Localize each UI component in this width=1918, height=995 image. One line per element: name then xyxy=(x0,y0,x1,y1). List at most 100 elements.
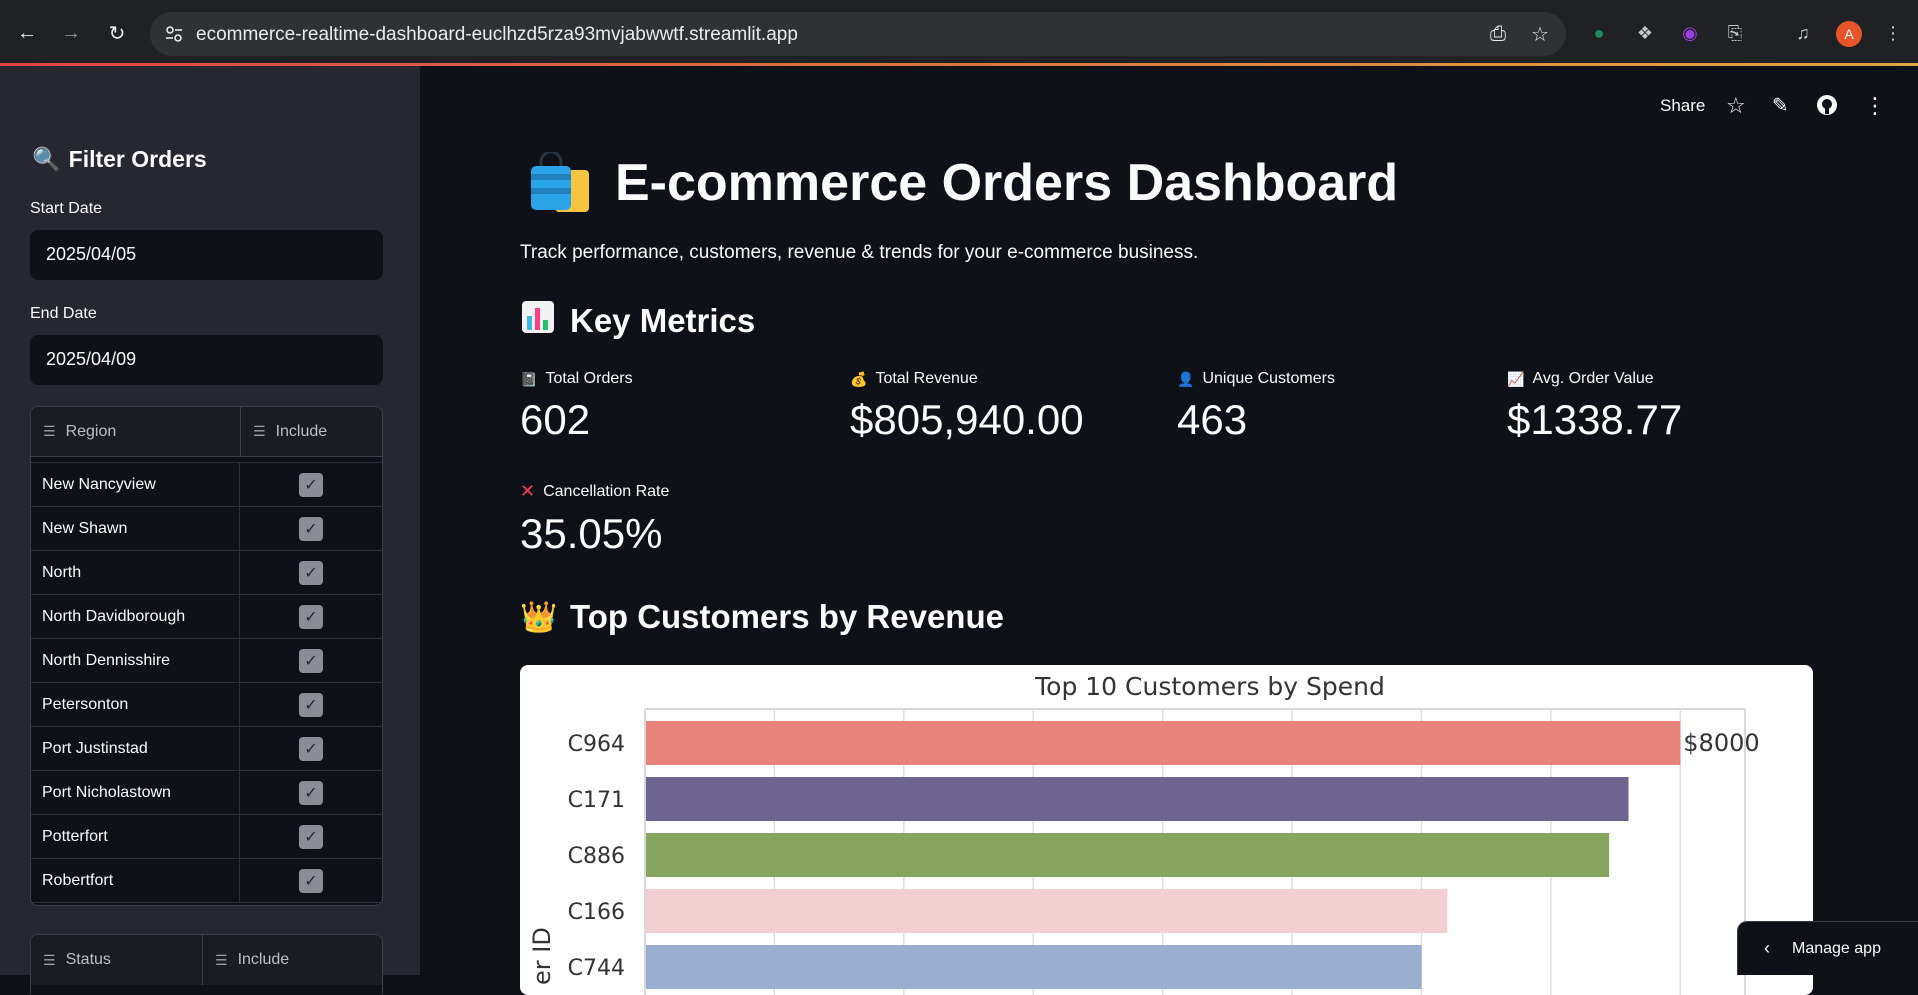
metric-value: 463 xyxy=(1177,396,1248,443)
checkbox-checked[interactable]: ✓ xyxy=(298,604,323,629)
region-cell[interactable]: Port Nicholastown xyxy=(31,771,240,814)
region-cell[interactable]: Port Justinstad xyxy=(31,727,240,770)
checkbox-checked[interactable]: ✓ xyxy=(298,516,323,541)
manage-app-button[interactable]: ‹ Manage app xyxy=(1737,921,1918,975)
checkbox-checked[interactable]: ✓ xyxy=(298,736,323,761)
forward-icon[interactable]: → xyxy=(56,18,86,48)
column-header-region[interactable]: ☰ Region xyxy=(31,407,241,456)
bar-data-label: $8000 xyxy=(1683,729,1759,757)
text-column-icon: ☰ xyxy=(253,423,266,439)
start-date-input[interactable]: 2025/04/05 xyxy=(30,230,383,280)
checkbox-checked[interactable]: ✓ xyxy=(298,780,323,805)
metric-value: 602 xyxy=(520,396,591,443)
github-icon[interactable] xyxy=(1816,94,1838,116)
checkbox-checked[interactable]: ✓ xyxy=(298,560,323,585)
more-options-icon[interactable]: ⋮ xyxy=(1864,93,1886,119)
include-cell[interactable]: ✓ xyxy=(240,859,382,902)
table-row: New Shawn ✓ xyxy=(31,507,382,551)
checkbox-checked[interactable]: ✓ xyxy=(298,868,323,893)
category-tick-label: C744 xyxy=(568,956,625,981)
column-header-include[interactable]: ☰ Include xyxy=(241,407,327,456)
profile-avatar[interactable]: A xyxy=(1836,21,1862,47)
metric-value: $805,940.00 xyxy=(850,396,1084,443)
checkbox-checked[interactable]: ✓ xyxy=(298,472,323,497)
address-bar[interactable]: ecommerce-realtime-dashboard-euclhzd5rza… xyxy=(150,12,1566,56)
category-tick-label: C964 xyxy=(568,732,625,757)
include-cell[interactable]: ✓ xyxy=(240,683,382,726)
extensions-menu-icon[interactable]: ⎘ xyxy=(1722,20,1748,46)
include-cell[interactable]: ✓ xyxy=(240,727,382,770)
metric-value: 35.05% xyxy=(520,510,663,557)
region-cell[interactable]: North Dennisshire xyxy=(31,639,240,682)
media-control-icon[interactable]: ♫ xyxy=(1790,20,1816,46)
end-date-label: End Date xyxy=(30,305,97,322)
include-cell[interactable]: ✓ xyxy=(240,551,382,594)
text-column-icon: ☰ xyxy=(43,423,56,439)
browser-menu-icon[interactable]: ⋮ xyxy=(1880,20,1906,46)
edit-pencil-icon[interactable]: ✎ xyxy=(1772,93,1789,118)
include-cell[interactable]: ✓ xyxy=(240,771,382,814)
top-customers-heading: 👑 Top Customers by Revenue xyxy=(520,598,1004,635)
extension-puzzle-dark-icon[interactable]: ❖ xyxy=(1632,20,1658,46)
metric-cancellation-rate: ✕ Cancellation Rate 35.05% xyxy=(520,481,670,557)
sidebar-title: 🔍 Filter Orders xyxy=(32,146,207,172)
region-cell[interactable]: North Davidborough xyxy=(31,595,240,638)
region-cell[interactable]: New Nancyview xyxy=(31,463,240,506)
column-header-include[interactable]: ☰ Include xyxy=(203,935,289,985)
y-axis-label: er ID xyxy=(528,927,556,985)
region-cell[interactable]: Petersonton xyxy=(31,683,240,726)
user-icon: 👤 xyxy=(1177,370,1195,387)
end-date-input[interactable]: 2025/04/09 xyxy=(30,335,383,385)
table-row: Port Justinstad ✓ xyxy=(31,727,382,771)
include-cell[interactable]: ✓ xyxy=(240,595,382,638)
bar-chart-icon xyxy=(520,300,556,342)
column-header-status[interactable]: ☰ Status xyxy=(31,935,203,985)
chart-increasing-icon: 📈 xyxy=(1507,370,1525,387)
table-row: New Nancyview ✓ xyxy=(31,463,382,507)
bar xyxy=(646,721,1681,765)
metric-total-revenue: 💰 Total Revenue $805,940.00 xyxy=(850,370,1084,443)
include-cell[interactable]: ✓ xyxy=(240,815,382,858)
chart-title: Top 10 Customers by Spend xyxy=(1034,672,1385,701)
region-cell[interactable]: Potterfort xyxy=(31,815,240,858)
bar xyxy=(646,777,1629,821)
category-tick-label: C886 xyxy=(568,844,625,869)
page-subtitle: Track performance, customers, revenue & … xyxy=(520,242,1199,263)
key-metrics-heading: Key Metrics xyxy=(520,300,755,342)
bar-chart: Top 10 Customers by Spend C964 $8000 C171 C8… xyxy=(528,672,1760,995)
extension-purple-icon[interactable]: ◉ xyxy=(1677,20,1703,46)
table-header: ☰ Region ☰ Include xyxy=(31,407,382,457)
status-filter-table[interactable]: ☰ Status ☰ Include xyxy=(30,934,383,994)
reload-icon[interactable]: ↻ xyxy=(102,18,132,48)
region-cell[interactable]: Robertfort xyxy=(31,859,240,902)
checkbox-checked[interactable]: ✓ xyxy=(298,648,323,673)
checkbox-checked[interactable]: ✓ xyxy=(298,692,323,717)
sidebar: 🔍 Filter Orders Start Date 2025/04/05 End… xyxy=(0,66,420,994)
region-cell[interactable]: New Shawn xyxy=(31,507,240,550)
back-icon[interactable]: ← xyxy=(12,18,42,48)
bar xyxy=(646,945,1422,989)
checkbox-checked[interactable]: ✓ xyxy=(298,824,323,849)
metric-avg-order-value: 📈 Avg. Order Value $1338.77 xyxy=(1507,370,1683,443)
include-cell[interactable]: ✓ xyxy=(240,639,382,682)
table-row: Port Nicholastown ✓ xyxy=(31,771,382,815)
main-content: Share ☆ ✎ ⋮ E-commerce Orders Dashboard … xyxy=(420,66,1918,995)
share-button[interactable]: Share xyxy=(1660,96,1705,116)
cross-mark-icon: ✕ xyxy=(520,481,536,501)
url-text: ecommerce-realtime-dashboard-euclhzd5rza… xyxy=(196,24,798,45)
shopping-bags-icon xyxy=(527,150,593,214)
region-filter-table[interactable]: ☰ Region ☰ Include New Nancyview ✓ New Shaw… xyxy=(30,406,383,906)
include-cell[interactable]: ✓ xyxy=(240,463,382,506)
star-icon[interactable]: ☆ xyxy=(1726,93,1746,119)
extension-green-icon[interactable]: ● xyxy=(1586,20,1612,46)
install-app-icon[interactable]: ⎙ xyxy=(1486,22,1510,46)
receipt-icon: 📓 xyxy=(520,370,538,387)
table-row: Potterfort ✓ xyxy=(31,815,382,859)
include-cell[interactable]: ✓ xyxy=(240,507,382,550)
site-settings-icon[interactable] xyxy=(164,24,184,44)
page-title: E-commerce Orders Dashboard xyxy=(527,150,1398,214)
text-column-icon: ☰ xyxy=(215,951,228,968)
table-row: North ✓ xyxy=(31,551,382,595)
bookmark-star-icon[interactable]: ☆ xyxy=(1528,22,1552,46)
region-cell[interactable]: North xyxy=(31,551,240,594)
